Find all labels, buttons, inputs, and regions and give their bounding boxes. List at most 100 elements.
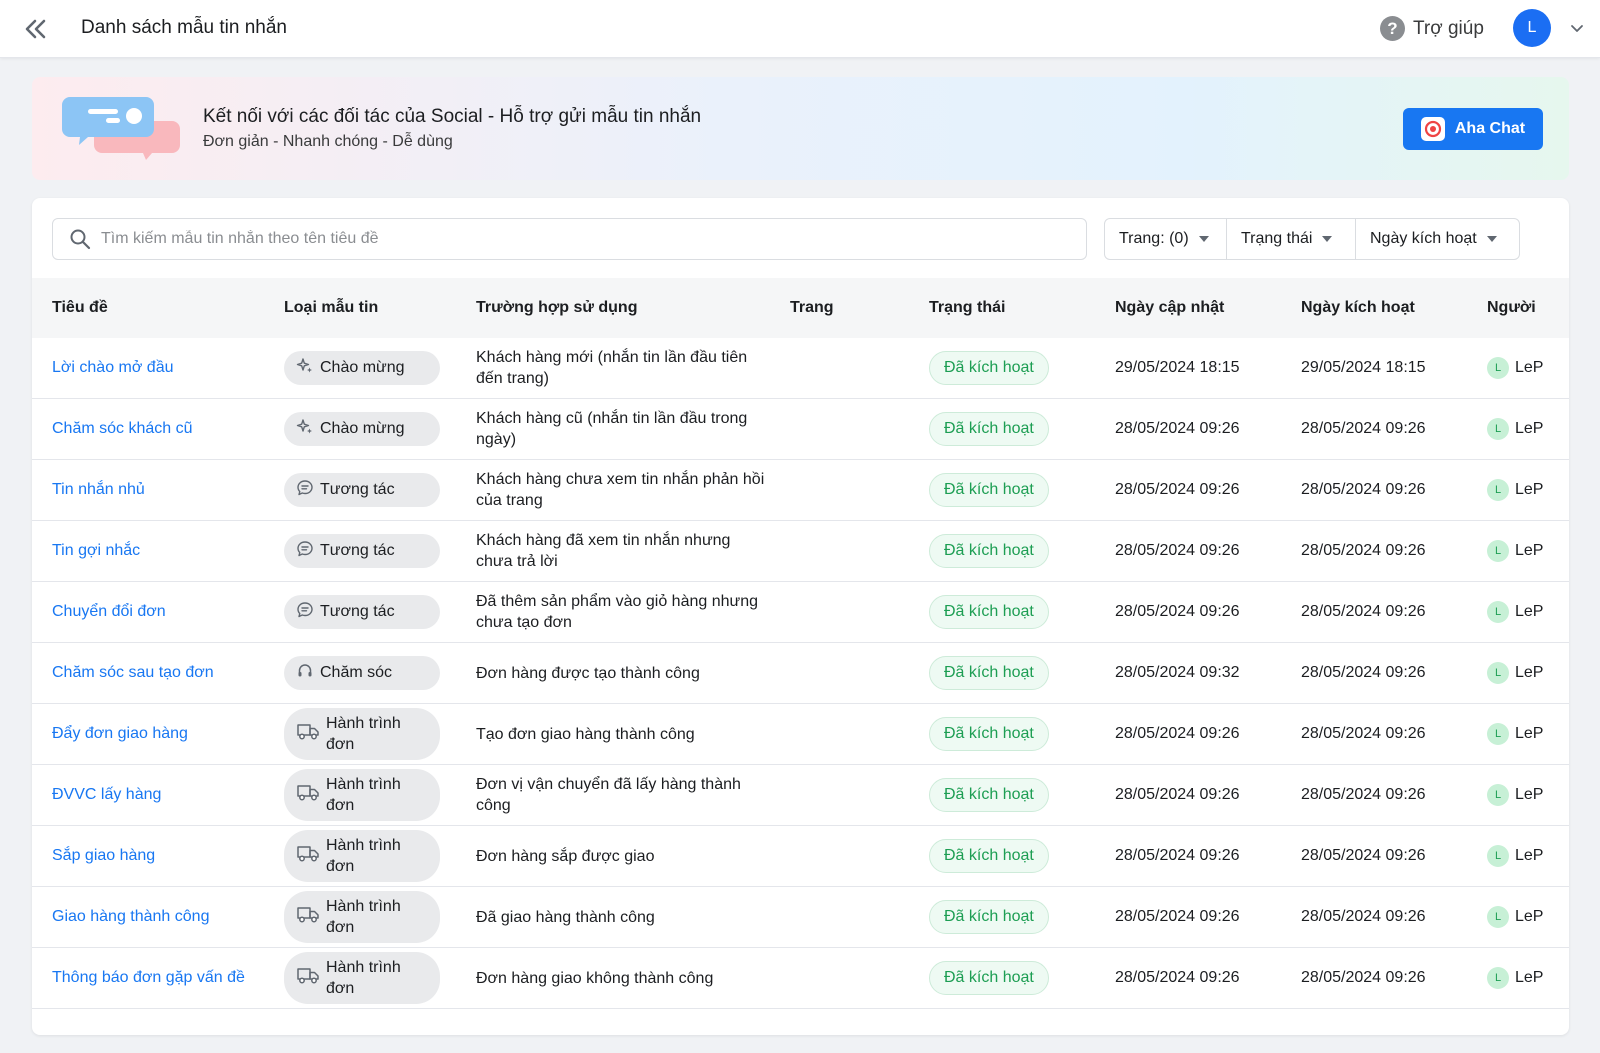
- template-type-label: Hành trình đơn: [326, 837, 401, 875]
- template-type-badge: Tương tác: [284, 534, 440, 568]
- filter-activation-date-label: Ngày kích hoạt: [1370, 230, 1477, 247]
- updated-date: 28/05/2024 09:26: [1115, 908, 1240, 925]
- template-title-link[interactable]: Chuyển đổi đơn: [52, 603, 166, 621]
- truck-icon: [296, 843, 320, 869]
- table-row[interactable]: Chăm sóc sau tạo đơn Chăm sóc Đơn hàng đ…: [32, 643, 1569, 704]
- creator-cell: L LeP: [1487, 521, 1543, 581]
- template-type-label: Hành trình đơn: [326, 715, 401, 753]
- creator-avatar: L: [1487, 906, 1509, 928]
- table-header: Tiêu đề Loại mẫu tin Trường hợp sử dụng …: [32, 278, 1569, 338]
- table-row[interactable]: Lời chào mở đầu Chào mừng Khách hàng mới…: [32, 338, 1569, 399]
- template-type-label: Tương tác: [320, 542, 395, 559]
- updated-date: 28/05/2024 09:26: [1115, 603, 1240, 620]
- column-header-activated[interactable]: Ngày kích hoạt: [1301, 299, 1415, 317]
- creator-cell: L LeP: [1487, 582, 1543, 642]
- template-type-badge: Hành trình đơn: [284, 708, 440, 760]
- usecase-text: Đã thêm sản phẩm vào giỏ hàng nhưng chưa…: [476, 593, 759, 631]
- template-type-badge: Tương tác: [284, 473, 440, 507]
- table-row[interactable]: Thông báo đơn gặp vấn đề Hành trình đơn …: [32, 948, 1569, 1009]
- template-title-link[interactable]: ĐVVC lấy hàng: [52, 786, 161, 804]
- table-row[interactable]: Chuyển đổi đơn Tương tác Đã thêm sản phẩ…: [32, 582, 1569, 643]
- updated-date: 29/05/2024 18:15: [1115, 359, 1240, 376]
- table-row[interactable]: ĐVVC lấy hàng Hành trình đơn Đơn vị vận …: [32, 765, 1569, 826]
- usecase-text: Khách hàng đã xem tin nhắn nhưng chưa tr…: [476, 532, 731, 570]
- status-badge: Đã kích hoạt: [929, 778, 1049, 812]
- chat-icon: [296, 479, 314, 502]
- template-type-badge: Chào mừng: [284, 412, 440, 446]
- creator-cell: L LeP: [1487, 887, 1543, 947]
- template-type-badge: Chào mừng: [284, 351, 440, 385]
- column-header-updated[interactable]: Ngày cập nhật: [1115, 299, 1224, 317]
- table-row[interactable]: Sắp giao hàng Hành trình đơn Đơn hàng sắ…: [32, 826, 1569, 887]
- truck-icon: [296, 965, 320, 991]
- creator-avatar: L: [1487, 540, 1509, 562]
- column-header-creator[interactable]: Người: [1487, 299, 1536, 317]
- template-type-badge: Hành trình đơn: [284, 769, 440, 821]
- template-title-link[interactable]: Chăm sóc khách cũ: [52, 420, 193, 438]
- banner-subtitle: Đơn giản - Nhanh chóng - Dễ dùng: [203, 133, 453, 150]
- updated-date: 28/05/2024 09:26: [1115, 481, 1240, 498]
- column-header-page[interactable]: Trang: [790, 299, 834, 317]
- truck-icon: [296, 721, 320, 747]
- template-title-link[interactable]: Đẩy đơn giao hàng: [52, 725, 188, 743]
- chat-icon: [296, 540, 314, 563]
- search-box[interactable]: [52, 218, 1087, 260]
- creator-name: LeP: [1515, 969, 1544, 986]
- usecase-text: Khách hàng cũ (nhắn tin lần đầu trong ng…: [476, 410, 748, 448]
- filter-activation-date-dropdown[interactable]: Ngày kích hoạt: [1356, 219, 1519, 259]
- filter-status-dropdown[interactable]: Trạng thái: [1227, 219, 1356, 259]
- creator-cell: L LeP: [1487, 643, 1543, 703]
- table-row[interactable]: Đẩy đơn giao hàng Hành trình đơn Tạo đơn…: [32, 704, 1569, 765]
- aha-chat-label: Aha Chat: [1454, 120, 1526, 137]
- column-header-status[interactable]: Trạng thái: [929, 299, 1005, 317]
- activated-date: 28/05/2024 09:26: [1301, 786, 1426, 803]
- partner-banner: Kết nối với các đối tác của Social - Hỗ …: [32, 77, 1569, 180]
- status-badge: Đã kích hoạt: [929, 595, 1049, 629]
- table-row[interactable]: Tin gợi nhắc Tương tác Khách hàng đã xem…: [32, 521, 1569, 582]
- truck-icon: [296, 904, 320, 930]
- status-badge: Đã kích hoạt: [929, 961, 1049, 995]
- template-title-link[interactable]: Giao hàng thành công: [52, 908, 209, 926]
- help-button[interactable]: ? Trợ giúp: [1380, 16, 1484, 41]
- template-title-link[interactable]: Sắp giao hàng: [52, 847, 155, 865]
- aha-chat-button[interactable]: Aha Chat: [1403, 108, 1543, 150]
- activated-date: 28/05/2024 09:26: [1301, 420, 1426, 437]
- activated-date: 28/05/2024 09:26: [1301, 664, 1426, 681]
- template-type-badge: Hành trình đơn: [284, 891, 440, 943]
- template-type-label: Hành trình đơn: [326, 776, 401, 814]
- usecase-text: Đơn hàng giao không thành công: [476, 969, 714, 987]
- user-avatar[interactable]: L: [1513, 9, 1551, 47]
- column-header-title[interactable]: Tiêu đề: [52, 299, 108, 317]
- template-title-link[interactable]: Tin gợi nhắc: [52, 542, 140, 560]
- filter-page-dropdown[interactable]: Trang: (0): [1105, 219, 1227, 259]
- creator-name: LeP: [1515, 664, 1544, 681]
- template-title-link[interactable]: Thông báo đơn gặp vấn đề: [52, 969, 245, 987]
- aha-chat-logo-icon: [1420, 117, 1445, 141]
- usecase-text: Khách hàng mới (nhắn tin lần đầu tiên đế…: [476, 349, 748, 387]
- banner-title: Kết nối với các đối tác của Social - Hỗ …: [203, 106, 702, 127]
- status-badge: Đã kích hoạt: [929, 839, 1049, 873]
- help-label: Trợ giúp: [1413, 17, 1484, 39]
- template-type-label: Chào mừng: [320, 420, 405, 437]
- template-title-link[interactable]: Lời chào mở đầu: [52, 359, 174, 377]
- sparkle-icon: [296, 418, 314, 441]
- template-type-badge: Tương tác: [284, 595, 440, 629]
- table-row[interactable]: Chăm sóc khách cũ Chào mừng Khách hàng c…: [32, 399, 1569, 460]
- table-row[interactable]: Tin nhắn nhủ Tương tác Khách hàng chưa x…: [32, 460, 1569, 521]
- usecase-text: Tạo đơn giao hàng thành công: [476, 725, 695, 743]
- column-header-type[interactable]: Loại mẫu tin: [284, 299, 378, 317]
- creator-name: LeP: [1515, 359, 1544, 376]
- table-row[interactable]: Giao hàng thành công Hành trình đơn Đã g…: [32, 887, 1569, 948]
- status-badge: Đã kích hoạt: [929, 351, 1049, 385]
- search-input[interactable]: [101, 230, 1086, 248]
- caret-down-icon: [1486, 236, 1497, 242]
- template-title-link[interactable]: Tin nhắn nhủ: [52, 481, 145, 499]
- chevron-down-icon[interactable]: [1568, 20, 1586, 38]
- collapse-back-icon[interactable]: [20, 14, 52, 44]
- status-badge: Đã kích hoạt: [929, 900, 1049, 934]
- creator-avatar: L: [1487, 784, 1509, 806]
- column-header-usecase[interactable]: Trường hợp sử dụng: [476, 299, 637, 317]
- creator-cell: L LeP: [1487, 460, 1543, 520]
- updated-date: 28/05/2024 09:26: [1115, 786, 1240, 803]
- template-title-link[interactable]: Chăm sóc sau tạo đơn: [52, 664, 214, 682]
